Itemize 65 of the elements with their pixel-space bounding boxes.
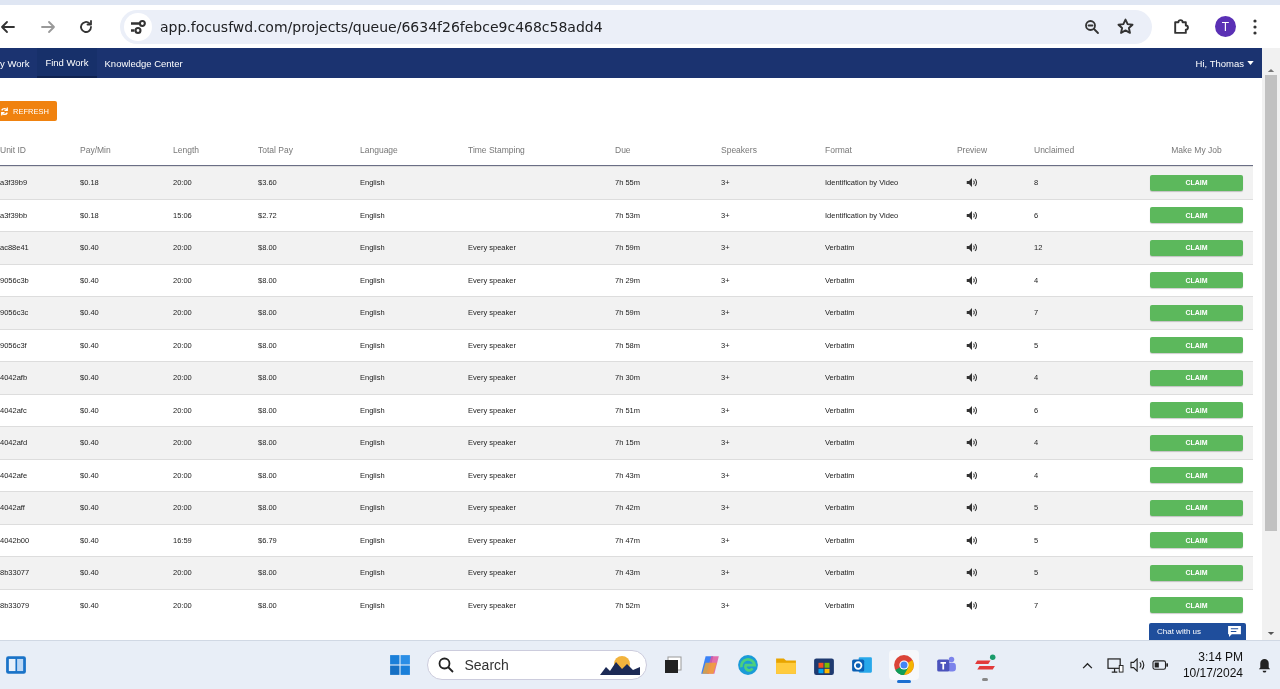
speaker-icon[interactable] <box>966 242 978 254</box>
search-icon <box>438 657 455 673</box>
profile-avatar[interactable]: T <box>1215 16 1236 37</box>
caret-icon <box>1247 61 1254 65</box>
widgets-icon[interactable] <box>5 654 27 676</box>
taskbar-search-field[interactable]: Search <box>427 650 648 680</box>
column-header: Time Stamping <box>468 144 526 155</box>
site-settings-icon[interactable] <box>124 12 152 41</box>
extensions-icon[interactable] <box>1172 18 1189 35</box>
user-menu[interactable]: Hi, Thomas <box>1195 57 1254 69</box>
reload-icon[interactable] <box>78 18 94 35</box>
column-header: Length <box>173 144 200 155</box>
task-view-icon[interactable] <box>663 655 684 675</box>
column-header: Unit ID <box>0 144 27 155</box>
search-input[interactable]: Search <box>462 656 593 674</box>
clock[interactable]: 3:14 PM 10/17/2024 <box>1182 649 1243 681</box>
column-header: Preview <box>955 144 989 155</box>
column-header: Speakers <box>721 144 758 155</box>
volume-icon[interactable] <box>1129 658 1146 672</box>
outlook-icon[interactable] <box>851 654 874 676</box>
speaker-icon[interactable] <box>966 534 978 546</box>
column-header: Make My Job <box>1170 144 1223 155</box>
back-icon[interactable] <box>0 18 16 35</box>
column-header: Language <box>360 144 399 155</box>
chat-button[interactable]: Chat with us <box>1149 623 1246 640</box>
battery-icon[interactable] <box>1151 660 1169 670</box>
speaker-icon[interactable] <box>966 502 978 514</box>
scrollbar[interactable] <box>1262 48 1280 640</box>
chevron-up-icon[interactable] <box>1081 661 1093 669</box>
speaker-icon[interactable] <box>966 567 978 579</box>
network-icon[interactable] <box>1106 657 1124 673</box>
notification-bell-icon[interactable] <box>1257 657 1272 673</box>
speaker-icon[interactable] <box>966 307 978 319</box>
scroll-down-arrow-icon[interactable] <box>1267 631 1275 636</box>
speaker-icon[interactable] <box>966 339 978 351</box>
column-header: Format <box>825 144 853 155</box>
speaker-icon[interactable] <box>966 177 978 189</box>
edge-icon[interactable] <box>737 654 760 676</box>
speaker-icon[interactable] <box>966 274 978 286</box>
chat-bubble-icon <box>1228 626 1241 637</box>
zoom-out-icon[interactable] <box>1084 18 1100 35</box>
windows-start-icon[interactable] <box>389 654 412 676</box>
speaker-icon[interactable] <box>966 372 978 384</box>
landscape-drawing <box>600 655 641 675</box>
bookmark-star-icon[interactable] <box>1117 18 1134 35</box>
column-header: Unclaimed <box>1033 144 1076 155</box>
column-header: Pay/Min <box>80 144 112 155</box>
speaker-icon[interactable] <box>966 209 978 221</box>
speaker-icon[interactable] <box>966 437 978 449</box>
column-header: Total Pay <box>258 144 294 155</box>
url-text: app.focusfwd.com/projects/queue/6634f26febce9c468c58add4 <box>160 18 603 35</box>
forward-icon[interactable] <box>40 18 56 35</box>
copilot-icon[interactable] <box>699 654 722 676</box>
address-bar[interactable]: app.focusfwd.com/projects/queue/6634f26febce9c468c58add4 <box>120 9 1152 44</box>
nav-tab[interactable]: Knowledge Center <box>96 48 191 78</box>
chrome-icon[interactable] <box>893 654 916 676</box>
nav-tab[interactable]: Find Work <box>37 48 97 78</box>
more-menu-icon[interactable] <box>1253 18 1257 35</box>
column-header: Due <box>615 144 632 155</box>
speaker-icon[interactable] <box>966 404 978 416</box>
scroll-up-arrow-icon[interactable] <box>1267 68 1275 73</box>
speaker-icon[interactable] <box>966 469 978 481</box>
speaker-icon[interactable] <box>966 599 978 611</box>
refresh-icon <box>0 106 9 116</box>
nav-tab[interactable]: y Work <box>0 48 38 78</box>
